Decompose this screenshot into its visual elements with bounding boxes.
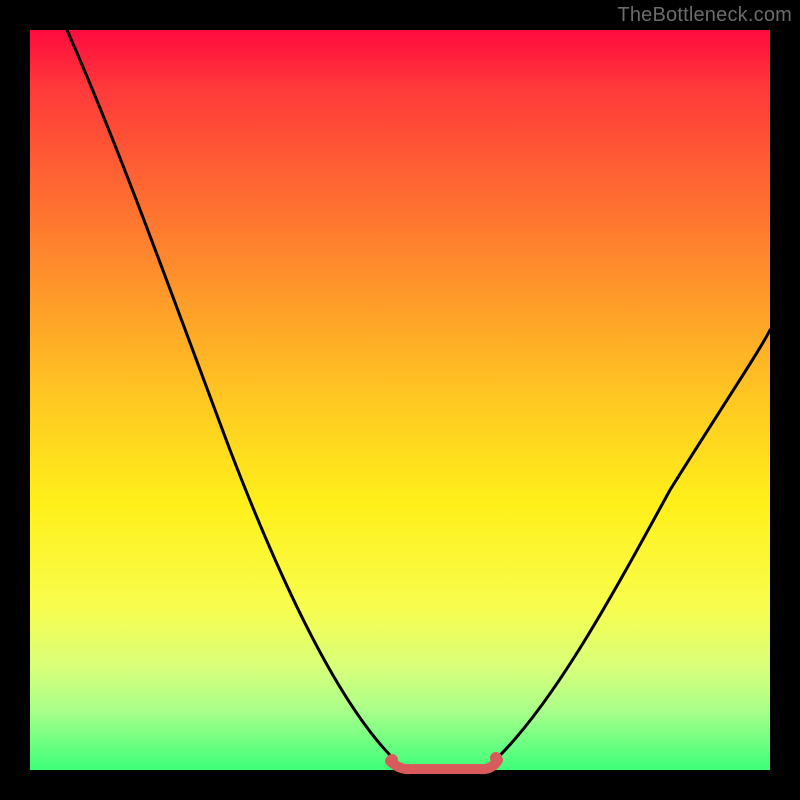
curve-canvas (30, 30, 770, 770)
bottleneck-right-curve (490, 330, 770, 765)
chart-frame: TheBottleneck.com (0, 0, 800, 800)
flat-valley-left-dot (386, 754, 398, 766)
plot-area (30, 30, 770, 770)
watermark-text: TheBottleneck.com (617, 4, 792, 27)
bottleneck-left-curve (67, 30, 400, 765)
flat-valley-segment (390, 760, 498, 769)
flat-valley-right-dot (490, 752, 502, 764)
